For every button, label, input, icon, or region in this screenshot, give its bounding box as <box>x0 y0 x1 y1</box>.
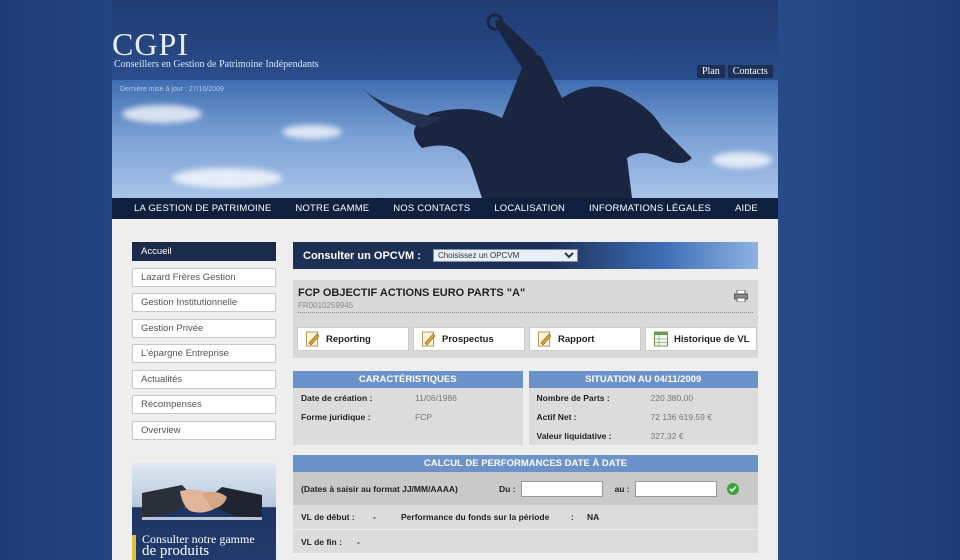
nav-nos-contacts[interactable]: NOS CONTACTS <box>393 203 470 214</box>
document-pencil-icon <box>538 331 552 347</box>
performance-label: Performance du fonds sur la période <box>401 512 550 522</box>
nav-notre-gamme[interactable]: NOTRE GAMME <box>295 203 369 214</box>
performance-heading: CALCUL DE PERFORMANCES DATE À DATE <box>293 455 758 472</box>
row-label: Date de création : <box>301 392 373 403</box>
header-banner: CGPI Conseillers en Gestion de Patrimoin… <box>112 0 778 198</box>
sidebar-item-actualites[interactable]: Actualités <box>132 369 276 389</box>
spreadsheet-icon <box>654 331 668 347</box>
row-label: Actif Net : <box>536 411 577 422</box>
nav-localisation[interactable]: LOCALISATION <box>494 203 565 214</box>
handshake-image <box>142 485 262 520</box>
statue-image <box>362 13 692 198</box>
logo[interactable]: CGPI <box>112 26 189 63</box>
table-row: Valeur liquidative : 327,32 € <box>529 426 759 445</box>
plan-link[interactable]: Plan <box>697 65 725 78</box>
historique-vl-label: Historique de VL <box>674 333 750 345</box>
date-to-input[interactable] <box>634 480 717 497</box>
from-label: Du : <box>499 483 516 494</box>
row-value: 327,32 € <box>650 430 684 441</box>
sidebar-item-overview[interactable]: Overview <box>132 420 276 440</box>
page: CGPI Conseillers en Gestion de Patrimoin… <box>112 0 778 560</box>
fund-doc-buttons: Reporting Prospectus Rapport Historique … <box>297 327 757 351</box>
prospectus-button[interactable]: Prospectus <box>413 327 525 351</box>
sidebar-item-accueil[interactable]: Accueil <box>132 242 276 261</box>
table-row-empty <box>293 426 523 445</box>
promo-line-2: de produits <box>142 543 210 559</box>
vl-fin-label: VL de fin : <box>301 536 342 547</box>
row-label: Forme juridique : <box>301 411 371 422</box>
fund-details: CARACTÉRISTIQUES Date de création : 11/0… <box>293 371 758 445</box>
main-nav: LA GESTION DE PATRIMOINE NOTRE GAMME NOS… <box>112 198 778 219</box>
fund-panel: FCP OBJECTIF ACTIONS EURO PARTS "A" FR00… <box>293 280 758 358</box>
row-value: FCP <box>415 411 432 422</box>
sidebar-item-recompenses[interactable]: Récompenses <box>132 395 276 414</box>
document-pencil-icon <box>306 331 320 347</box>
table-row: Date de création : 11/06/1986 <box>293 388 523 407</box>
cloud <box>712 152 772 168</box>
historique-vl-button[interactable]: Historique de VL <box>645 327 757 351</box>
promo-banner[interactable]: Consulter notre gamme de produits <box>132 463 276 560</box>
rapport-label: Rapport <box>558 333 595 345</box>
fund-title: FCP OBJECTIF ACTIONS EURO PARTS "A" <box>298 287 526 299</box>
vl-debut-value: - <box>373 512 376 522</box>
characteristics-panel: CARACTÉRISTIQUES Date de création : 11/0… <box>293 371 523 445</box>
performance-date-form: (Dates à saisir au format JJ/MM/AAAA) Du… <box>293 472 758 505</box>
performance-separator: : <box>571 512 574 522</box>
nav-aide[interactable]: AIDE <box>735 203 758 214</box>
situation-heading: SITUATION AU 04/11/2009 <box>528 371 758 388</box>
vl-debut-label: VL de début : <box>301 512 355 522</box>
row-value: 220 380,00 <box>650 392 694 403</box>
sidebar-item-epargne-entreprise[interactable]: L'épargne Entreprise <box>132 344 276 363</box>
to-label: au : <box>614 483 630 494</box>
performance-value: NA <box>587 512 600 522</box>
date-format-hint: (Dates à saisir au format JJ/MM/AAAA) <box>301 483 458 494</box>
contacts-link[interactable]: Contacts <box>727 65 773 78</box>
cloud <box>122 105 202 123</box>
row-value: 11/06/1986 <box>415 392 457 403</box>
sidebar-item-gestion-institutionnelle[interactable]: Gestion Institutionnelle <box>132 293 276 312</box>
cloud <box>172 168 282 188</box>
table-row: Nombre de Parts : 220 380,00 <box>529 388 759 407</box>
vl-fin-value: - <box>357 536 360 547</box>
sidebar-item-lazard[interactable]: Lazard Frères Gestion <box>132 267 276 287</box>
last-updated: Dernière mise à jour : 27/10/2009 <box>120 86 224 93</box>
characteristics-heading: CARACTÉRISTIQUES <box>293 371 523 388</box>
row-value: 72 136 619,59 € <box>650 411 712 422</box>
row-label: Nombre de Parts : <box>536 392 610 403</box>
nav-gestion-patrimoine[interactable]: LA GESTION DE PATRIMOINE <box>134 203 271 214</box>
opcvm-select[interactable]: Choisissez un OPCVM <box>432 249 578 262</box>
prospectus-label: Prospectus <box>442 333 494 345</box>
fund-isin: FR0010259945 <box>298 301 753 313</box>
sidebar: Accueil Lazard Frères Gestion Gestion In… <box>132 242 276 446</box>
cloud <box>282 125 342 139</box>
vl-fin-row: VL de fin : - <box>293 529 758 553</box>
row-label: Valeur liquidative : <box>536 430 612 441</box>
situation-panel: SITUATION AU 04/11/2009 Nombre de Parts … <box>528 371 759 445</box>
print-icon[interactable] <box>734 290 748 302</box>
performance-panel: CALCUL DE PERFORMANCES DATE À DATE (Date… <box>293 455 758 553</box>
document-pencil-icon <box>422 331 436 347</box>
sidebar-item-gestion-privee[interactable]: Gestion Privée <box>132 318 276 338</box>
table-row: Forme juridique : FCP <box>293 407 523 426</box>
date-from-input[interactable] <box>520 480 603 497</box>
top-links: Plan Contacts <box>697 65 773 78</box>
nav-informations-legales[interactable]: INFORMATIONS LÉGALES <box>589 203 711 214</box>
tagline: Conseillers en Gestion de Patrimoine Ind… <box>114 59 319 70</box>
rapport-button[interactable]: Rapport <box>529 327 641 351</box>
vl-debut-row: VL de début : - Performance du fonds sur… <box>293 505 758 529</box>
consult-label: Consulter un OPCVM : <box>303 249 421 262</box>
validate-check-icon[interactable] <box>726 482 739 495</box>
reporting-label: Reporting <box>326 333 371 345</box>
promo-text: Consulter notre gamme de produits <box>142 533 255 559</box>
main-panel: Consulter un OPCVM : Choisissez un OPCVM… <box>293 242 758 553</box>
consult-opcvm-bar: Consulter un OPCVM : Choisissez un OPCVM <box>293 242 758 269</box>
table-row: Actif Net : 72 136 619,59 € <box>529 407 759 426</box>
promo-accent-bar <box>132 535 136 560</box>
reporting-button[interactable]: Reporting <box>297 327 409 351</box>
content-area: Accueil Lazard Frères Gestion Gestion In… <box>112 219 778 560</box>
